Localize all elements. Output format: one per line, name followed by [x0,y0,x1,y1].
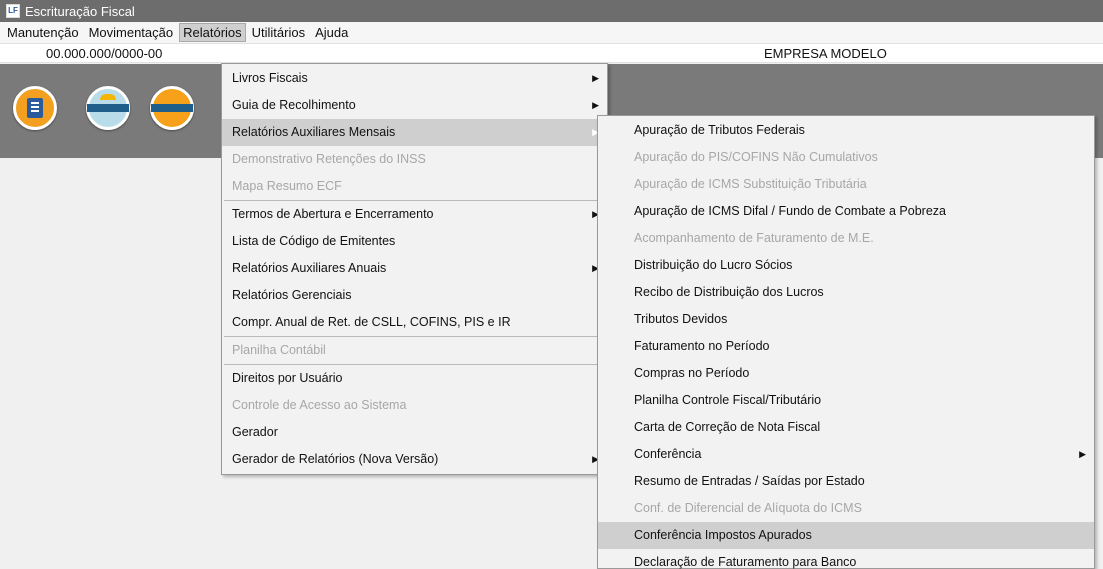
menu-item-label: Compr. Anual de Ret. de CSLL, COFINS, PI… [232,315,511,329]
menu-item-label: Recibo de Distribuição dos Lucros [634,285,824,299]
menu-item-label: Conferência Impostos Apurados [634,528,812,542]
menu-item-label: Apuração do PIS/COFINS Não Cumulativos [634,150,878,164]
menu-item-mapa-resumo-ecf: Mapa Resumo ECF [222,173,607,200]
menu-manutencao[interactable]: Manutenção [3,23,83,42]
menu-item-label: Livros Fiscais [232,71,308,85]
submenu-item-tributos-federais[interactable]: Apuração de Tributos Federais [598,117,1094,144]
menu-item-label: Relatórios Gerenciais [232,288,352,302]
submenu-item-faturamento-periodo[interactable]: Faturamento no Período [598,333,1094,360]
menu-item-relatorios-auxiliares-mensais[interactable]: Relatórios Auxiliares Mensais ▶ [222,119,607,146]
sped-top-shape [100,94,116,100]
menu-item-label: Controle de Acesso ao Sistema [232,398,407,412]
menu-item-label: Relatórios Auxiliares Mensais [232,125,396,139]
building-shape [27,98,43,118]
menu-item-compr-anual[interactable]: Compr. Anual de Ret. de CSLL, COFINS, PI… [222,309,607,336]
submenu-item-icms-st: Apuração de ICMS Substituição Tributária [598,171,1094,198]
menu-item-label: Tributos Devidos [634,312,728,326]
submenu-item-diferencial-aliquota: Conf. de Diferencial de Alíquota do ICMS [598,495,1094,522]
menu-item-gerador-nova-versao[interactable]: Gerador de Relatórios (Nova Versão) ▶ [222,446,607,473]
menu-item-label: Acompanhamento de Faturamento de M.E. [634,231,874,245]
sped2-band-shape [151,104,193,112]
relatorios-menu: Livros Fiscais ▶ Guia de Recolhimento ▶ Re… [221,63,608,475]
menu-item-lista-emitentes[interactable]: Lista de Código de Emitentes [222,228,607,255]
submenu-item-conferencia-impostos[interactable]: Conferência Impostos Apurados [598,522,1094,549]
sped-icon[interactable] [150,86,194,130]
submenu-arrow-icon: ▶ [592,73,599,83]
menu-relatorios[interactable]: Relatórios [179,23,246,42]
submenu-item-conferencia[interactable]: Conferência ▶ [598,441,1094,468]
submenu-item-tributos-devidos[interactable]: Tributos Devidos [598,306,1094,333]
menu-item-label: Compras no Período [634,366,750,380]
menu-item-label: Gerador [232,425,278,439]
submenu-arrow-icon: ▶ [1079,449,1086,459]
company-name: EMPRESA MODELO [764,46,887,61]
building-icon[interactable] [13,86,57,130]
title-bar: LF Escrituração Fiscal [0,0,1103,22]
menu-item-label: Direitos por Usuário [232,371,343,385]
menu-item-termos-abertura[interactable]: Termos de Abertura e Encerramento ▶ [222,201,607,228]
menu-item-label: Apuração de Tributos Federais [634,123,805,137]
menu-item-label: Lista de Código de Emitentes [232,234,396,248]
menu-item-guia-recolhimento[interactable]: Guia de Recolhimento ▶ [222,92,607,119]
sped-contribuicoes-icon[interactable] [86,86,130,130]
menu-item-label: Declaração de Faturamento para Banco [634,555,857,569]
menu-item-label: Planilha Controle Fiscal/Tributário [634,393,822,407]
submenu-item-faturamento-me: Acompanhamento de Faturamento de M.E. [598,225,1094,252]
menu-item-label: Planilha Contábil [232,343,326,357]
menu-item-label: Apuração de ICMS Substituição Tributária [634,177,867,191]
submenu-item-carta-correcao[interactable]: Carta de Correção de Nota Fiscal [598,414,1094,441]
submenu-item-distribuicao-lucro[interactable]: Distribuição do Lucro Sócios [598,252,1094,279]
menu-item-demonstrativo-inss: Demonstrativo Retenções do INSS [222,146,607,173]
menu-bar: Manutenção Movimentação Relatórios Utili… [0,22,1103,43]
menu-item-gerador[interactable]: Gerador [222,419,607,446]
menu-item-label: Distribuição do Lucro Sócios [634,258,793,272]
submenu-item-pis-cofins: Apuração do PIS/COFINS Não Cumulativos [598,144,1094,171]
menu-item-label: Apuração de ICMS Difal / Fundo de Combat… [634,204,946,218]
menu-movimentacao[interactable]: Movimentação [85,23,178,42]
menu-item-label: Faturamento no Período [634,339,770,353]
info-bar: 00.000.000/0000-00 EMPRESA MODELO [0,43,1103,63]
submenu-item-resumo-estado[interactable]: Resumo de Entradas / Saídas por Estado [598,468,1094,495]
submenu-item-compras-periodo[interactable]: Compras no Período [598,360,1094,387]
menu-item-label: Mapa Resumo ECF [232,179,342,193]
app-icon: LF [6,4,20,18]
window-title: Escrituração Fiscal [25,3,135,19]
menu-item-label: Conf. de Diferencial de Alíquota do ICMS [634,501,862,515]
menu-item-relatorios-anuais[interactable]: Relatórios Auxiliares Anuais ▶ [222,255,607,282]
submenu-item-icms-difal[interactable]: Apuração de ICMS Difal / Fundo de Combat… [598,198,1094,225]
cnpj-label: 00.000.000/0000-00 [46,46,163,61]
menu-item-label: Termos de Abertura e Encerramento [232,207,434,221]
menu-utilitarios[interactable]: Utilitários [248,23,309,42]
menu-item-label: Carta de Correção de Nota Fiscal [634,420,821,434]
submenu-item-declaracao-banco[interactable]: Declaração de Faturamento para Banco [598,549,1094,569]
menu-item-label: Resumo de Entradas / Saídas por Estado [634,474,865,488]
submenu-item-recibo-lucros[interactable]: Recibo de Distribuição dos Lucros [598,279,1094,306]
menu-item-direitos-usuario[interactable]: Direitos por Usuário [222,365,607,392]
menu-item-label: Conferência [634,447,702,461]
relatorios-mensais-submenu: Apuração de Tributos Federais Apuração d… [597,115,1095,569]
menu-ajuda[interactable]: Ajuda [311,23,352,42]
submenu-item-planilha-controle[interactable]: Planilha Controle Fiscal/Tributário [598,387,1094,414]
menu-item-label: Relatórios Auxiliares Anuais [232,261,387,275]
menu-item-relatorios-gerenciais[interactable]: Relatórios Gerenciais [222,282,607,309]
menu-item-label: Demonstrativo Retenções do INSS [232,152,426,166]
menu-item-label: Gerador de Relatórios (Nova Versão) [232,452,439,466]
menu-item-label: Guia de Recolhimento [232,98,356,112]
menu-item-livros-fiscais[interactable]: Livros Fiscais ▶ [222,65,607,92]
sped-band-shape [87,104,129,112]
menu-item-planilha-contabil: Planilha Contábil [222,337,607,364]
menu-item-controle-acesso: Controle de Acesso ao Sistema [222,392,607,419]
